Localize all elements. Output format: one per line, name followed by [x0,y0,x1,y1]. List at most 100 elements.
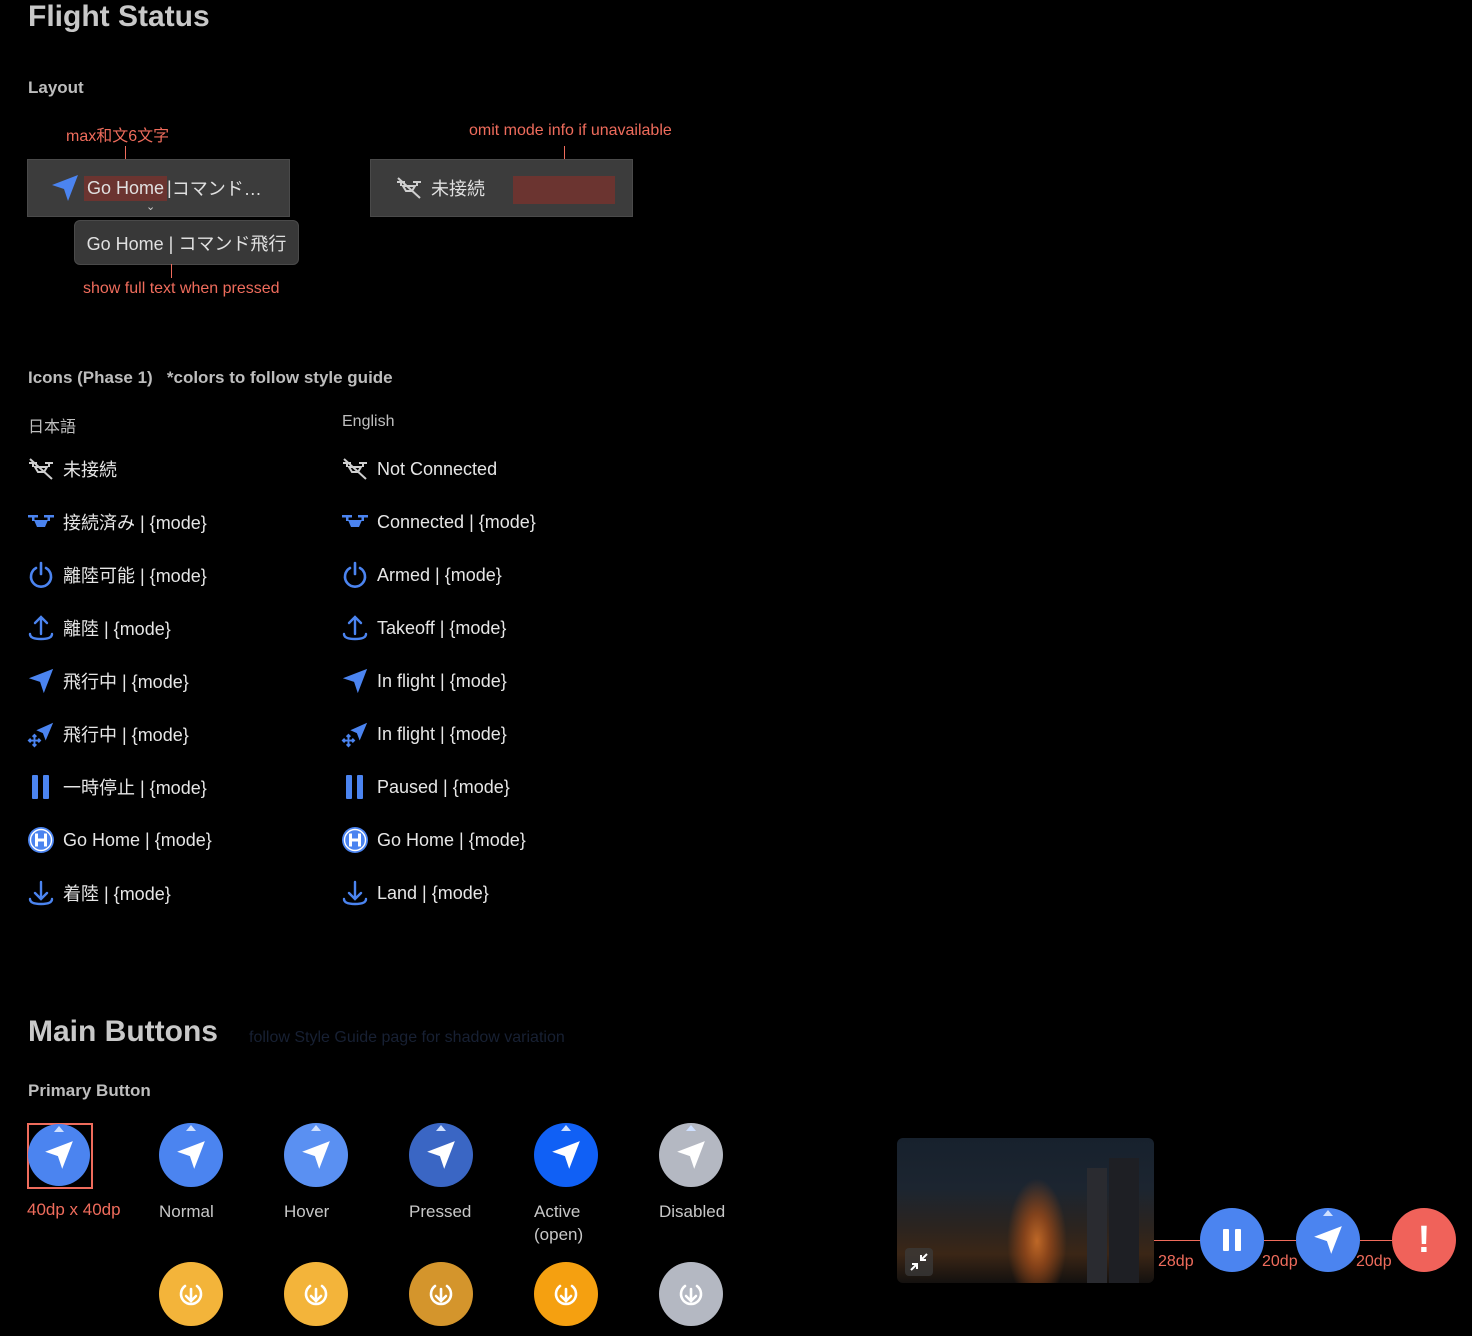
size-label: 40dp x 40dp [27,1200,121,1219]
pause-icon [341,773,369,801]
icon-row-en: Takeoff | {mode} [341,614,506,642]
return-icon [549,1277,583,1311]
minimize-icon[interactable] [905,1248,933,1276]
navigation-move-icon [27,720,55,748]
caret-up-icon [686,1125,696,1131]
icon-row-ja: 着陸 | {mode} [27,879,171,907]
icon-row-label: Go Home | {mode} [63,829,212,850]
icon-row-en: Not Connected [341,455,497,483]
icon-row-label: 飛行中 | {mode} [63,725,189,745]
icon-row-label: 飛行中 | {mode} [63,672,189,692]
primary-flight-button[interactable] [409,1123,473,1187]
icon-row-label: Takeoff | {mode} [377,617,507,638]
navigation-arrow-icon [43,1139,75,1171]
return-home-button[interactable] [409,1262,473,1326]
spacing-label: 20dp [1262,1253,1298,1270]
return-home-button[interactable] [159,1262,223,1326]
button-state-label: Pressed [409,1202,472,1221]
icon-row-label: In flight | {mode} [377,723,507,744]
icons-heading: Icons (Phase 1) *colors to follow style … [28,368,393,387]
navigation-arrow-icon [550,1139,582,1171]
drone-icon [27,508,55,536]
pause-icon [27,773,55,801]
icon-row-ja: 未接続 [27,455,117,483]
column-english: English [342,413,395,430]
icon-row-en: Armed | {mode} [341,561,502,589]
camera-preview-thumbnail[interactable] [897,1138,1154,1283]
caret-up-icon [311,1125,321,1131]
icon-row-en: Land | {mode} [341,879,489,907]
icon-row-label: 離陸 | {mode} [63,619,171,639]
return-icon [424,1277,458,1311]
caret-up-icon [561,1125,571,1131]
takeoff-icon [27,614,55,642]
return-home-button[interactable] [534,1262,598,1326]
takeoff-icon [341,614,369,642]
navigation-arrow-icon [27,667,55,695]
spacing-line [1360,1240,1392,1241]
icon-row-en: In flight | {mode} [341,720,507,748]
icon-row-ja: 一時停止 | {mode} [27,773,207,801]
primary-flight-button[interactable] [159,1123,223,1187]
primary-flight-button[interactable] [284,1123,348,1187]
annotation-max-chars: max和文6文字 [66,128,170,145]
icon-row-ja: Go Home | {mode} [27,826,212,854]
navigation-arrow-icon [675,1139,707,1171]
flight-mode-button[interactable] [1296,1208,1360,1272]
spacing-line [1154,1240,1202,1241]
primary-flight-button[interactable] [28,1124,90,1186]
icon-row-en: In flight | {mode} [341,667,507,695]
return-icon [174,1277,208,1311]
return-icon [674,1277,708,1311]
power-icon [341,561,369,589]
navigation-arrow-icon [50,171,84,205]
building [1109,1158,1139,1283]
navigation-arrow-icon [341,667,369,695]
chevron-down-icon: ⌄ [146,201,156,213]
icon-row-label: 着陸 | {mode} [63,884,171,904]
annotation-line [171,264,172,278]
icon-row-ja: 接続済み | {mode} [27,508,207,536]
flight-status-expanded-chip: Go Home | コマンド飛行 [74,220,299,265]
omitted-mode-placeholder [513,176,615,204]
icon-row-ja: 飛行中 | {mode} [27,720,189,748]
icon-row-label: Not Connected [377,458,498,479]
primary-flight-button[interactable] [659,1123,723,1187]
spacing-label: 28dp [1158,1253,1194,1270]
building [1087,1168,1107,1283]
icon-row-en: Go Home | {mode} [341,826,526,854]
icon-row-label: 接続済み | {mode} [63,513,207,533]
button-state-label: Active (open) [534,1202,584,1244]
chip-name: Go Home [84,175,168,201]
pause-button[interactable] [1200,1208,1264,1272]
main-buttons-title: Main Buttons [28,1015,218,1048]
annotation-omit-mode: omit mode info if unavailable [469,122,672,139]
button-state-label: Normal [159,1202,214,1221]
icon-row-en: Connected | {mode} [341,508,536,536]
primary-flight-button[interactable] [534,1123,598,1187]
alert-button[interactable]: ! [1392,1208,1456,1272]
city-lights [1007,1178,1067,1283]
icon-row-en: Paused | {mode} [341,773,510,801]
caret-up-icon [186,1125,196,1131]
shadow-note: follow Style Guide page for shadow varia… [249,1029,565,1046]
return-home-button[interactable] [659,1262,723,1326]
icon-row-ja: 離陸可能 | {mode} [27,561,207,589]
spacing-line [1264,1240,1296,1241]
icon-row-label: 未接続 [63,460,117,480]
land-icon [27,879,55,907]
drone-off-icon [341,455,369,483]
icon-row-label: 一時停止 | {mode} [63,778,207,798]
flight-status-chip-disconnected[interactable]: 未接続 [370,159,633,217]
icon-row-ja: 飛行中 | {mode} [27,667,189,695]
flight-status-chip[interactable]: Go Home | コマンド… ⌄ [27,159,290,217]
drone-off-icon [395,176,431,200]
helipad-h-icon [341,826,369,854]
navigation-move-icon [341,720,369,748]
caret-up-icon [54,1126,64,1132]
power-icon [27,561,55,589]
return-home-button[interactable] [284,1262,348,1326]
navigation-arrow-icon [175,1139,207,1171]
icon-row-label: Land | {mode} [377,882,489,903]
drone-off-icon [27,455,55,483]
